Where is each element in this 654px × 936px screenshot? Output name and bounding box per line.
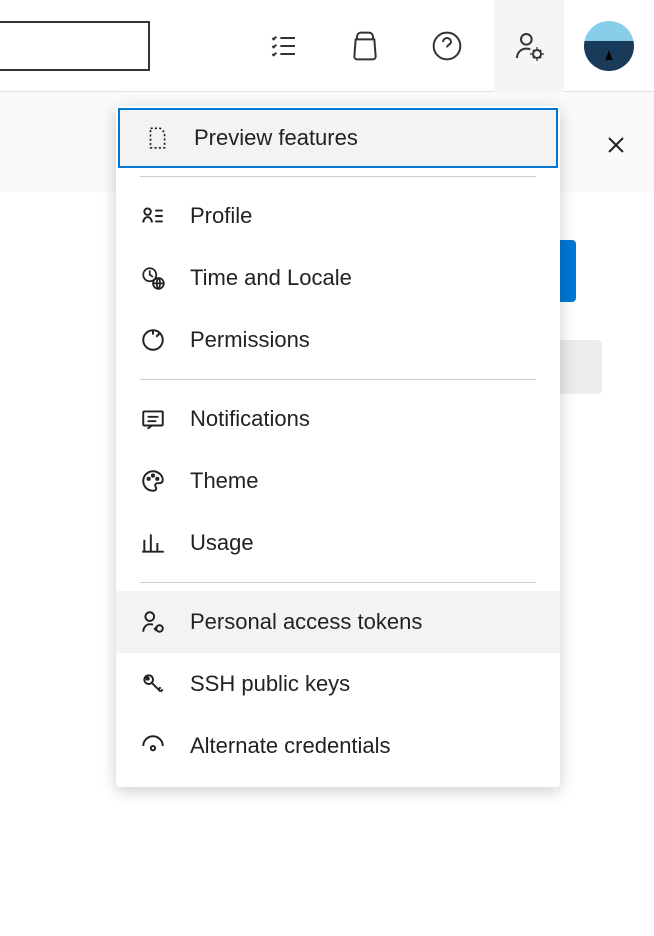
search-input[interactable]: [0, 21, 150, 71]
marketplace-icon[interactable]: [330, 0, 400, 92]
profile-icon: [140, 203, 166, 229]
menu-item-label: Permissions: [190, 327, 310, 353]
user-settings-menu: Preview features Profile Time and Locale…: [116, 106, 560, 787]
menu-item-usage[interactable]: Usage: [116, 512, 560, 574]
time-locale-icon: [140, 265, 166, 291]
divider: [140, 176, 536, 177]
menu-item-label: Profile: [190, 203, 252, 229]
divider: [140, 379, 536, 380]
menu-item-theme[interactable]: Theme: [116, 450, 560, 512]
divider: [140, 582, 536, 583]
tasks-icon[interactable]: [248, 0, 318, 92]
help-icon[interactable]: [412, 0, 482, 92]
notifications-icon: [140, 406, 166, 432]
menu-item-notifications[interactable]: Notifications: [116, 388, 560, 450]
menu-item-ssh-keys[interactable]: SSH public keys: [116, 653, 560, 715]
menu-item-label: Preview features: [194, 125, 358, 151]
menu-item-preview-features[interactable]: Preview features: [118, 108, 558, 168]
avatar[interactable]: [584, 21, 634, 71]
ssh-icon: [140, 671, 166, 697]
close-button[interactable]: [596, 125, 636, 165]
preview-icon: [144, 125, 170, 151]
menu-item-profile[interactable]: Profile: [116, 185, 560, 247]
menu-item-time-locale[interactable]: Time and Locale: [116, 247, 560, 309]
menu-item-alternate-credentials[interactable]: Alternate credentials: [116, 715, 560, 777]
menu-item-permissions[interactable]: Permissions: [116, 309, 560, 371]
menu-item-label: Notifications: [190, 406, 310, 432]
pat-icon: [140, 609, 166, 635]
menu-item-label: Time and Locale: [190, 265, 352, 291]
primary-button-edge[interactable]: [558, 240, 576, 302]
menu-item-label: Alternate credentials: [190, 733, 391, 759]
menu-item-label: Theme: [190, 468, 258, 494]
menu-item-personal-access-tokens[interactable]: Personal access tokens: [116, 591, 560, 653]
theme-icon: [140, 468, 166, 494]
user-settings-icon[interactable]: [494, 0, 564, 92]
menu-item-label: Personal access tokens: [190, 609, 422, 635]
usage-icon: [140, 530, 166, 556]
menu-item-label: Usage: [190, 530, 254, 556]
secondary-button-edge[interactable]: [558, 340, 602, 394]
menu-item-label: SSH public keys: [190, 671, 350, 697]
credentials-icon: [140, 733, 166, 759]
permissions-icon: [140, 327, 166, 353]
